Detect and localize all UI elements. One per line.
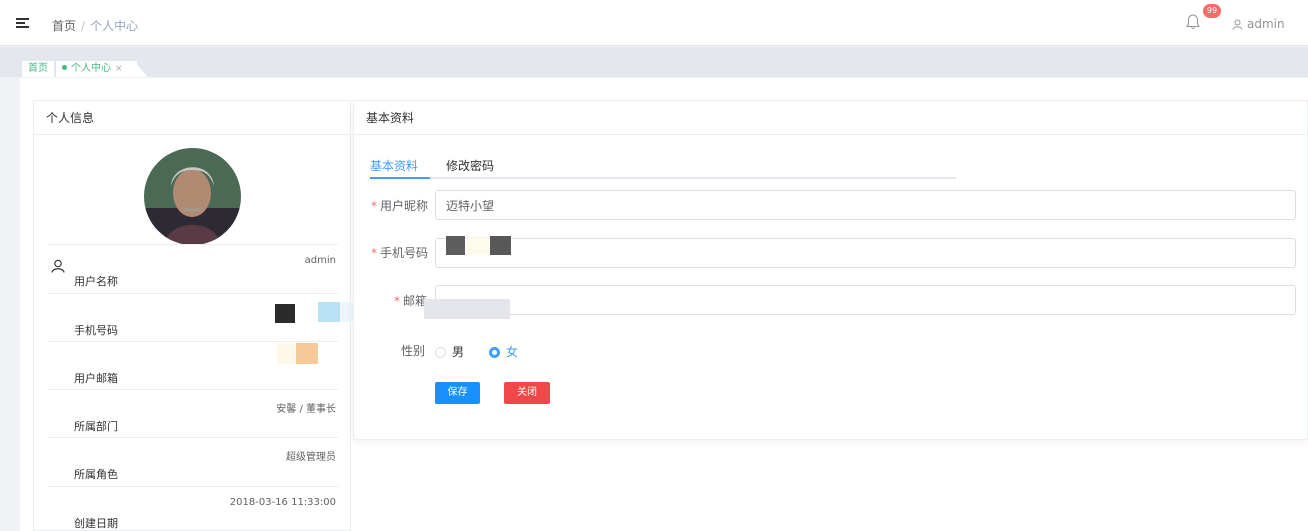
tab-change-password[interactable]: 修改密码	[446, 157, 494, 174]
notification-badge: 99	[1203, 4, 1221, 18]
redaction-block	[490, 236, 511, 255]
basic-card-title: 基本资料	[354, 101, 1307, 135]
info-label-username: 用户名称	[74, 275, 118, 288]
tag-profile-label: 个人中心	[71, 63, 111, 74]
tab-basic-info[interactable]: 基本资料	[370, 157, 418, 174]
nickname-label: * 用户昵称	[371, 199, 429, 213]
bell-icon[interactable]	[1186, 14, 1200, 30]
breadcrumb: 首页 / 个人中心	[52, 17, 138, 34]
nickname-input[interactable]	[435, 190, 1296, 220]
tabs: 基本资料 修改密码	[370, 147, 956, 179]
redaction-block	[275, 304, 295, 323]
redaction-block	[318, 302, 340, 322]
radio-checked-icon	[489, 347, 500, 358]
info-value-role: 超级管理员	[286, 452, 336, 463]
form-row-gender: 性别 男 女	[354, 335, 1308, 365]
user-icon	[51, 259, 65, 273]
close-icon[interactable]: ×	[115, 64, 123, 74]
info-label-role: 所属角色	[74, 468, 118, 481]
tag-home[interactable]: 首页	[22, 61, 54, 77]
tab-active-indicator	[370, 177, 430, 179]
redaction-block	[277, 343, 295, 364]
close-button[interactable]: 关闭	[504, 382, 550, 404]
info-row-created: 创建日期 2018-03-16 11:33:00	[48, 486, 338, 531]
tag-tail-decoration	[134, 61, 148, 77]
form-row-nickname: * 用户昵称	[354, 190, 1308, 220]
info-row-role: 所属角色 超级管理员	[48, 437, 338, 485]
active-dot-icon	[62, 65, 67, 70]
profile-info-card: 个人信息 用户名称 admin 手机号码 用户邮箱 所属部门 安馨 / 董事长 …	[33, 100, 351, 531]
info-label-created: 创建日期	[74, 517, 118, 530]
save-button[interactable]: 保存	[435, 382, 480, 404]
phone-input[interactable]	[435, 238, 1296, 268]
radio-male[interactable]: 男	[435, 343, 464, 360]
redaction-block	[446, 255, 528, 265]
top-navbar: 首页 / 个人中心 99 admin	[0, 0, 1308, 46]
gender-label: 性别	[401, 344, 426, 358]
info-row-username: 用户名称 admin	[48, 244, 338, 292]
redaction-block	[296, 343, 318, 364]
info-row-department: 所属部门 安馨 / 董事长	[48, 389, 338, 437]
info-label-email: 用户邮箱	[74, 372, 118, 385]
avatar[interactable]	[144, 148, 241, 245]
info-label-phone: 手机号码	[74, 324, 118, 337]
breadcrumb-separator: /	[81, 19, 86, 33]
user-name: admin	[1247, 17, 1285, 31]
breadcrumb-current: 个人中心	[90, 19, 139, 33]
redaction-block	[467, 236, 489, 255]
hamburger-menu-icon[interactable]	[16, 18, 29, 29]
info-value-department: 安馨 / 董事长	[276, 404, 336, 415]
email-label: * 邮箱	[394, 294, 428, 308]
email-input[interactable]	[435, 285, 1296, 315]
tag-profile[interactable]: 个人中心 ×	[56, 61, 137, 77]
user-icon	[1232, 19, 1243, 30]
tags-view-bar	[0, 47, 1308, 77]
redaction-block	[424, 299, 510, 319]
breadcrumb-home[interactable]: 首页	[52, 19, 76, 33]
profile-card-title: 个人信息	[34, 101, 350, 135]
phone-label: * 手机号码	[371, 246, 429, 260]
redaction-block	[446, 236, 465, 255]
basic-info-card: 基本资料 基本资料 修改密码 *用户昵称 *手机号码 *邮箱 性别 男 女 保存…	[353, 100, 1308, 440]
user-menu[interactable]: admin	[1232, 17, 1285, 31]
info-value-created: 2018-03-16 11:33:00	[229, 497, 336, 508]
info-label-department: 所属部门	[74, 420, 118, 433]
radio-circle-icon	[435, 347, 446, 358]
info-value-username: admin	[304, 255, 336, 266]
radio-female[interactable]: 女	[489, 343, 518, 360]
